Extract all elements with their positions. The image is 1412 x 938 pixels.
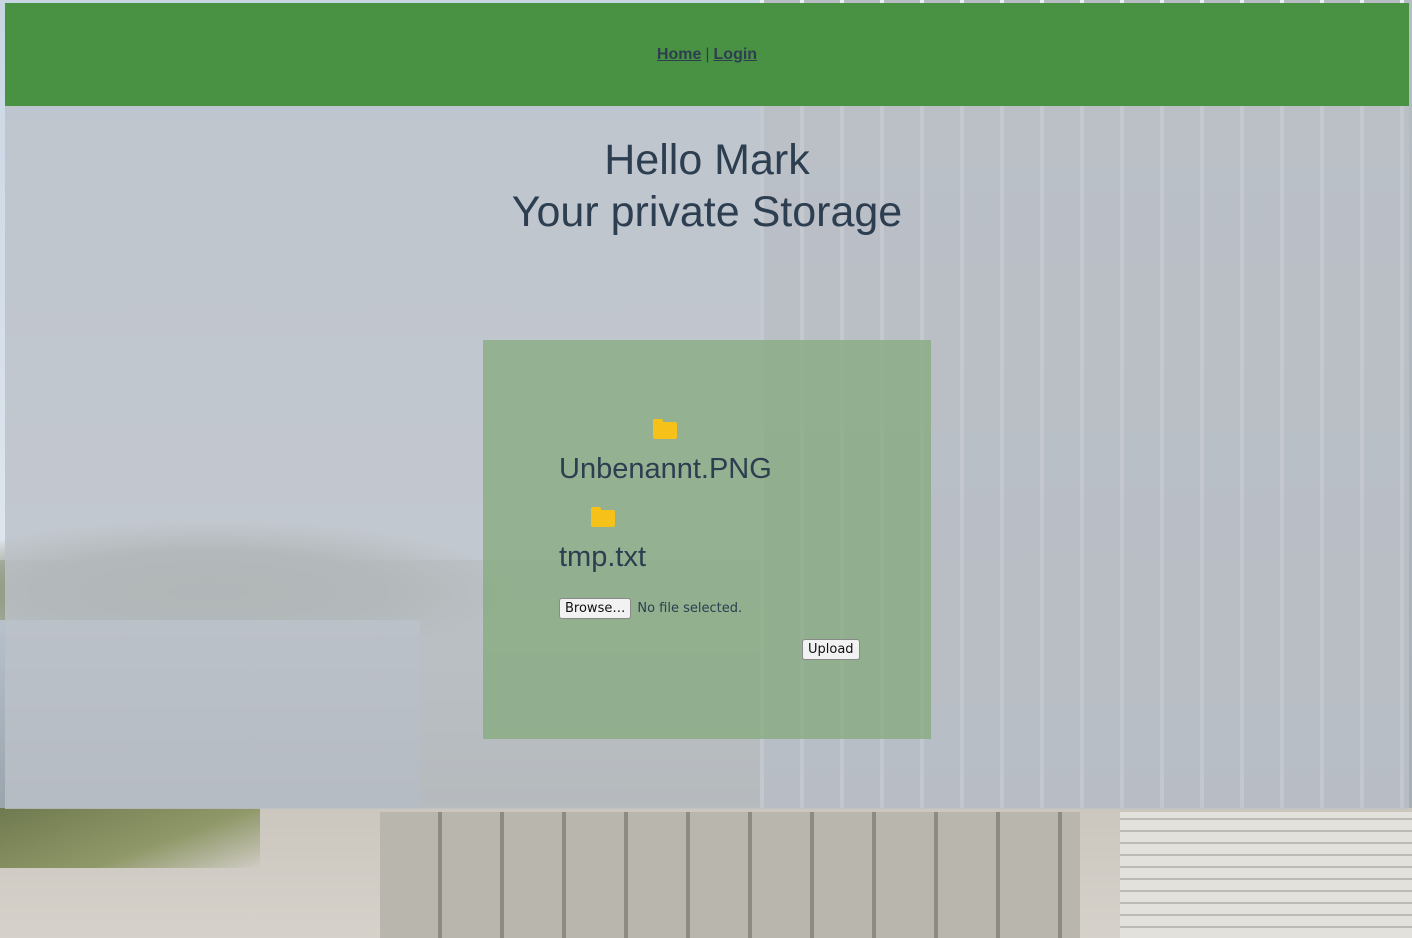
file-status-text: No file selected. <box>637 601 743 616</box>
greeting-title: Hello Mark <box>604 136 810 184</box>
nav-links: Home | Login <box>657 46 757 64</box>
home-link[interactable]: Home <box>657 46 701 63</box>
navbar: Home | Login <box>5 3 1409 106</box>
upload-button[interactable]: Upload <box>802 639 860 660</box>
storage-box: Unbenannt.PNG tmp.txt Browse… No file se… <box>483 340 931 739</box>
file-item[interactable]: Unbenannt.PNG <box>559 419 772 486</box>
folder-icon <box>653 419 678 439</box>
file-picker: Browse… No file selected. <box>559 598 742 619</box>
login-link[interactable]: Login <box>714 46 758 63</box>
background-steps <box>1120 812 1412 938</box>
nav-separator: | <box>705 45 710 63</box>
file-item[interactable]: tmp.txt <box>559 507 647 574</box>
main-panel: Home | Login Hello Mark Your private Stora… <box>5 3 1409 809</box>
folder-icon <box>590 507 615 527</box>
page-heading: Hello Mark Your private Storage <box>5 134 1409 238</box>
file-name: Unbenannt.PNG <box>559 453 772 485</box>
browse-button[interactable]: Browse… <box>559 598 632 619</box>
storage-subtitle: Your private Storage <box>511 188 903 236</box>
file-name: tmp.txt <box>559 541 647 573</box>
background-wall <box>380 812 1080 938</box>
background-grass <box>0 808 260 868</box>
